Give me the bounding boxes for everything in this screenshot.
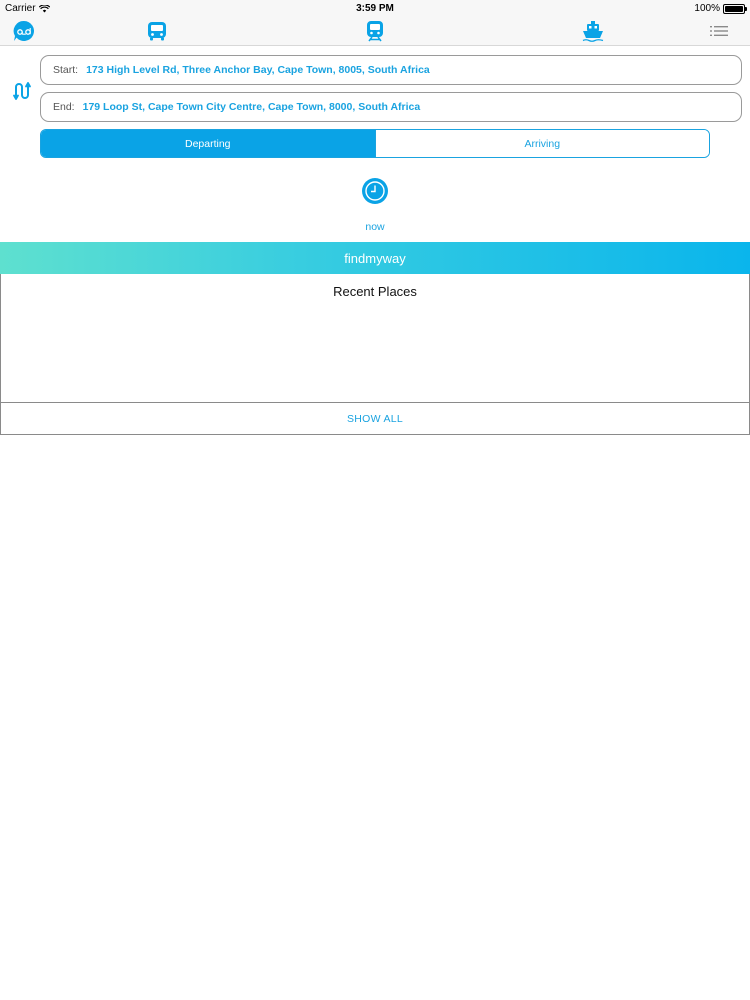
battery-indicator: 100% [694, 3, 747, 14]
time-value[interactable]: now [0, 221, 750, 233]
bus-icon[interactable] [146, 20, 168, 42]
end-label: End: [53, 101, 75, 113]
battery-icon [723, 3, 747, 14]
status-bar: Carrier 3:59 PM 100% [0, 0, 750, 16]
brand-name: findmyway [344, 250, 406, 266]
start-value[interactable]: 173 High Level Rd, Three Anchor Bay, Cap… [86, 64, 430, 76]
recent-places-title: Recent Places [333, 284, 417, 299]
start-field[interactable]: Start: 173 High Level Rd, Three Anchor B… [40, 55, 742, 85]
battery-percent: 100% [694, 3, 720, 14]
list-menu-icon[interactable] [708, 20, 730, 42]
chat-ab-icon[interactable] [13, 20, 35, 42]
end-field[interactable]: End: 179 Loop St, Cape Town City Centre,… [40, 92, 742, 122]
train-icon[interactable] [364, 20, 386, 42]
recent-places-panel: Recent Places SHOW ALL [0, 274, 750, 435]
nav-bar [0, 16, 750, 46]
status-time: 3:59 PM [356, 3, 394, 14]
end-value[interactable]: 179 Loop St, Cape Town City Centre, Cape… [83, 101, 421, 113]
arriving-segment[interactable]: Arriving [374, 130, 709, 157]
swap-route-icon[interactable] [13, 80, 35, 102]
departing-arriving-segmented-control: Departing Arriving [40, 129, 710, 158]
brand-bar: findmyway [0, 242, 750, 274]
clock-icon[interactable] [362, 178, 388, 204]
ferry-icon[interactable] [582, 20, 604, 42]
start-label: Start: [53, 64, 79, 76]
departing-segment[interactable]: Departing [41, 130, 375, 157]
show-all-button[interactable]: SHOW ALL [1, 403, 749, 434]
